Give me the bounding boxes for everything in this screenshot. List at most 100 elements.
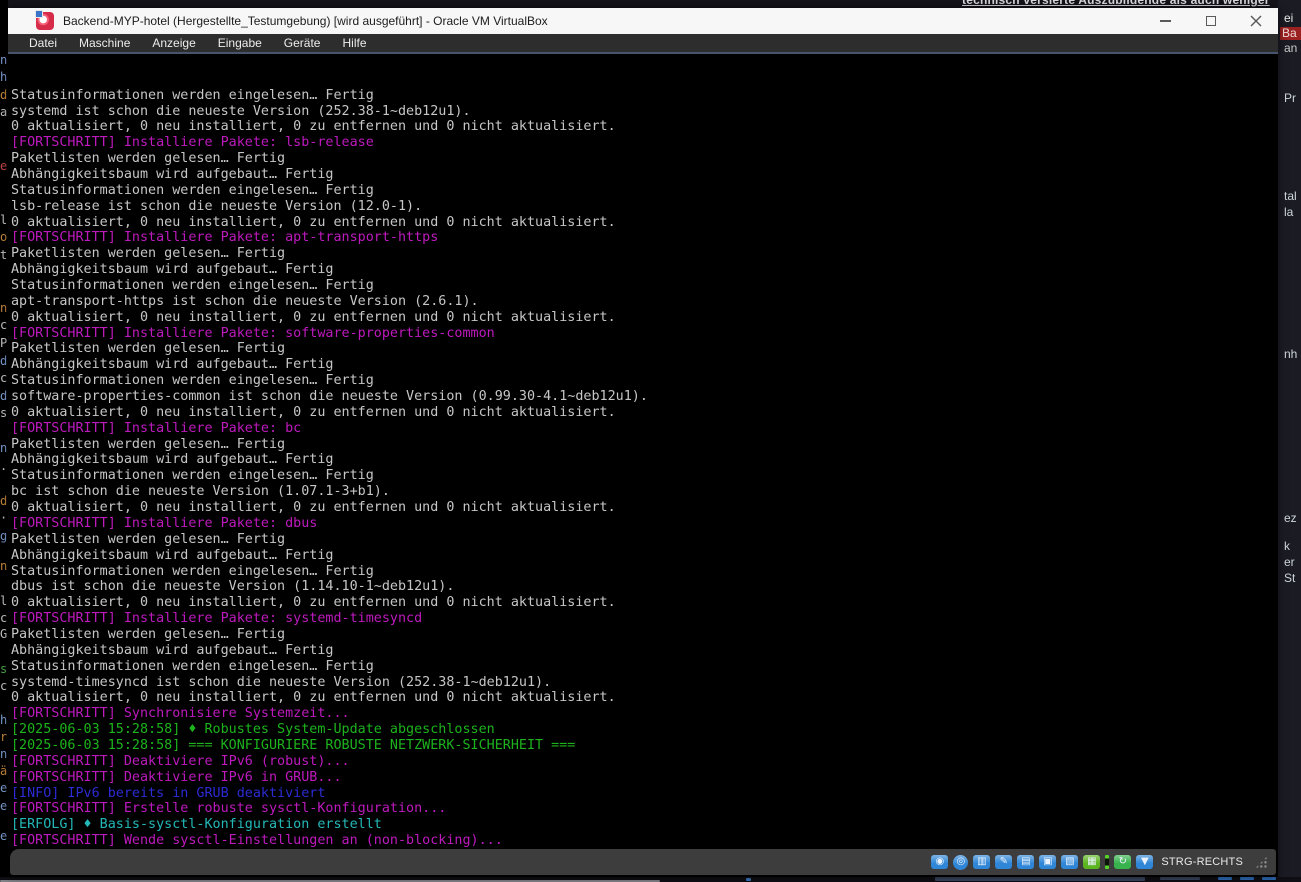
virtualbox-logo-icon	[36, 12, 54, 30]
host-key-label: STRG-RECHTS	[1161, 856, 1243, 868]
background-character: s	[0, 663, 7, 675]
audio-icon[interactable]: ▥	[973, 855, 990, 869]
resize-grip[interactable]	[1255, 856, 1268, 869]
background-fragment	[1218, 877, 1232, 880]
background-character: a	[0, 106, 7, 118]
terminal-line: [FORTSCHRITT] Installiere Pakete: apt-tr…	[11, 230, 1278, 246]
background-character: e	[0, 782, 7, 794]
background-fragment: an	[1282, 42, 1299, 55]
terminal-line: [ERFOLG] ♦ Basis-sysctl-Konfiguration er…	[11, 817, 1278, 833]
terminal-line: 0 aktualisiert, 0 neu installiert, 0 zu …	[11, 405, 1278, 421]
terminal-line: Abhängigkeitsbaum wird aufgebaut… Fertig	[11, 643, 1278, 659]
terminal-line: lsb-release ist schon die neueste Versio…	[11, 199, 1278, 215]
background-character: r	[0, 731, 7, 743]
background-fragment: ez	[1282, 512, 1299, 525]
virtualbox-window: Backend-MYP-hotel (Hergestellte_Testumge…	[8, 8, 1278, 877]
background-character: c	[0, 680, 7, 692]
terminal-line: [INFO] IPv6 bereits in GRUB deaktiviert	[11, 786, 1278, 802]
terminal-line: bc ist schon die neueste Version (1.07.1…	[11, 484, 1278, 500]
background-window-text: technisch versierte Auszubildende als au…	[962, 0, 1270, 7]
harddisk-icon[interactable]: ◉	[931, 855, 948, 869]
background-fragment: Pr	[1282, 92, 1298, 105]
background-character: e	[0, 160, 7, 172]
background-fragment: St	[1282, 572, 1297, 585]
background-character: n	[0, 748, 7, 760]
background-character: e	[0, 800, 7, 812]
terminal-line: [FORTSCHRITT] Installiere Pakete: dbus	[11, 516, 1278, 532]
terminal-line: Paketlisten werden gelesen… Fertig	[11, 151, 1278, 167]
usb-icon[interactable]: ✎	[995, 855, 1012, 869]
terminal-line: [FORTSCHRITT] Installiere Pakete: softwa…	[11, 326, 1278, 342]
background-character: o	[0, 231, 7, 243]
background-character: g	[0, 530, 7, 542]
background-character: l	[0, 595, 7, 607]
menu-item-maschine[interactable]: Maschine	[68, 34, 141, 52]
background-character: n	[0, 560, 7, 572]
terminal-line: Abhängigkeitsbaum wird aufgebaut… Fertig	[11, 262, 1278, 278]
terminal-line: Paketlisten werden gelesen… Fertig	[11, 246, 1278, 262]
background-character: s	[0, 407, 7, 419]
terminal-line: [FORTSCHRITT] Erstelle robuste sysctl-Ko…	[11, 801, 1278, 817]
shared-folders-icon[interactable]: ▤	[1017, 855, 1034, 869]
close-icon	[1250, 15, 1262, 27]
background-fragment: nh	[1282, 348, 1299, 361]
background-character: h	[0, 71, 7, 83]
terminal-line: Abhängigkeitsbaum wird aufgebaut… Fertig	[11, 548, 1278, 564]
optical-disk-icon[interactable]: ◎	[953, 855, 968, 870]
background-character: d	[0, 89, 7, 101]
terminal-line: Paketlisten werden gelesen… Fertig	[11, 627, 1278, 643]
background-window-left-edge: nhdaelotncPdcdsn.d·gnlcGschrnäeee	[0, 0, 8, 882]
terminal-line: Paketlisten werden gelesen… Fertig	[11, 437, 1278, 453]
terminal-line: systemd-timesyncd ist schon die neueste …	[11, 675, 1278, 691]
terminal-line: [2025-06-03 15:28:58] === KONFIGURIERE R…	[11, 738, 1278, 754]
minimize-icon	[1160, 20, 1171, 22]
vm-console-display[interactable]: Statusinformationen werden eingelesen… F…	[8, 54, 1278, 849]
background-character: c	[0, 612, 7, 624]
menu-item-gerate[interactable]: Geräte	[273, 34, 332, 52]
status-icons: ◉ ◎ ▥ ✎ ▤ ▣ ▧ ▦ ↻ ▼	[931, 855, 1153, 870]
background-character: P	[0, 337, 7, 349]
window-controls	[1143, 8, 1278, 34]
terminal-line: Abhängigkeitsbaum wird aufgebaut… Fertig	[11, 357, 1278, 373]
terminal-line: Statusinformationen werden eingelesen… F…	[11, 564, 1278, 580]
background-character: l	[0, 214, 7, 226]
terminal-line: Statusinformationen werden eingelesen… F…	[11, 659, 1278, 675]
terminal-line: Abhängigkeitsbaum wird aufgebaut… Fertig	[11, 167, 1278, 183]
background-character: h	[0, 714, 7, 726]
background-fragment	[935, 877, 1145, 881]
background-character: G	[0, 628, 7, 640]
close-button[interactable]	[1233, 8, 1278, 34]
background-fragment	[746, 878, 751, 881]
recording-icon[interactable]: ▧	[1061, 855, 1078, 869]
background-character: e	[0, 830, 7, 842]
menubar: DateiMaschineAnzeigeEingabeGeräteHilfe	[8, 34, 1278, 54]
terminal-line: [FORTSCHRITT] Installiere Pakete: bc	[11, 421, 1278, 437]
terminal-line: [2025-06-03 15:28:58] ♦ Robustes System-…	[11, 722, 1278, 738]
background-character: d	[0, 495, 7, 507]
features-icon[interactable]: ↻	[1114, 855, 1131, 869]
mouse-integration-icon[interactable]: ▼	[1136, 855, 1153, 869]
titlebar[interactable]: Backend-MYP-hotel (Hergestellte_Testumge…	[8, 8, 1278, 34]
background-fragment	[1240, 877, 1254, 880]
network-icon[interactable]: ▦	[1083, 855, 1100, 869]
menu-item-hilfe[interactable]: Hilfe	[331, 34, 377, 52]
terminal-line: dbus ist schon die neueste Version (1.14…	[11, 579, 1278, 595]
minimize-button[interactable]	[1143, 8, 1188, 34]
menu-item-anzeige[interactable]: Anzeige	[141, 34, 206, 52]
terminal-line: Paketlisten werden gelesen… Fertig	[11, 532, 1278, 548]
statusbar: ◉ ◎ ▥ ✎ ▤ ▣ ▧ ▦ ↻ ▼ STRG-RECHTS	[10, 849, 1276, 875]
terminal-line: 0 aktualisiert, 0 neu installiert, 0 zu …	[11, 500, 1278, 516]
terminal-line: 0 aktualisiert, 0 neu installiert, 0 zu …	[11, 690, 1278, 706]
terminal-line: Statusinformationen werden eingelesen… F…	[11, 278, 1278, 294]
background-fragment	[1160, 877, 1200, 880]
display-icon[interactable]: ▣	[1039, 855, 1056, 869]
terminal-line: Paketlisten werden gelesen… Fertig	[11, 341, 1278, 357]
menu-item-eingabe[interactable]: Eingabe	[207, 34, 273, 52]
menu-item-datei[interactable]: Datei	[18, 34, 68, 52]
terminal-line: [FORTSCHRITT] Deaktiviere IPv6 in GRUB..…	[11, 770, 1278, 786]
terminal-line: software-properties-common ist schon die…	[11, 389, 1278, 405]
background-character: ·	[0, 512, 7, 524]
background-window-right-edge: eiBaan PrtallanhezkerSt	[1278, 0, 1301, 882]
maximize-button[interactable]	[1188, 8, 1233, 34]
background-window-bottom-edge	[0, 877, 1301, 882]
